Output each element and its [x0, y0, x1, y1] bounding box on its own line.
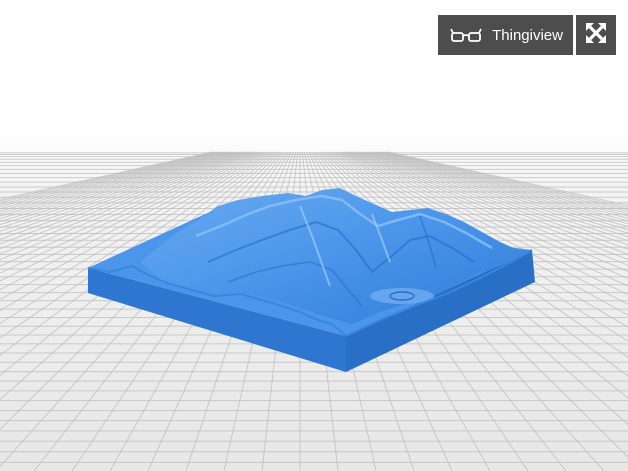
viewer-toolbar: Thingiview	[438, 15, 616, 55]
model-viewer[interactable]: Thingiview	[0, 0, 628, 471]
thingiview-button[interactable]: Thingiview	[438, 15, 573, 55]
expand-arrows-icon	[585, 22, 607, 49]
thingiview-label: Thingiview	[492, 26, 563, 44]
fullscreen-button[interactable]	[576, 15, 616, 55]
viewer-canvas[interactable]	[0, 0, 628, 471]
glasses-icon	[450, 27, 482, 43]
